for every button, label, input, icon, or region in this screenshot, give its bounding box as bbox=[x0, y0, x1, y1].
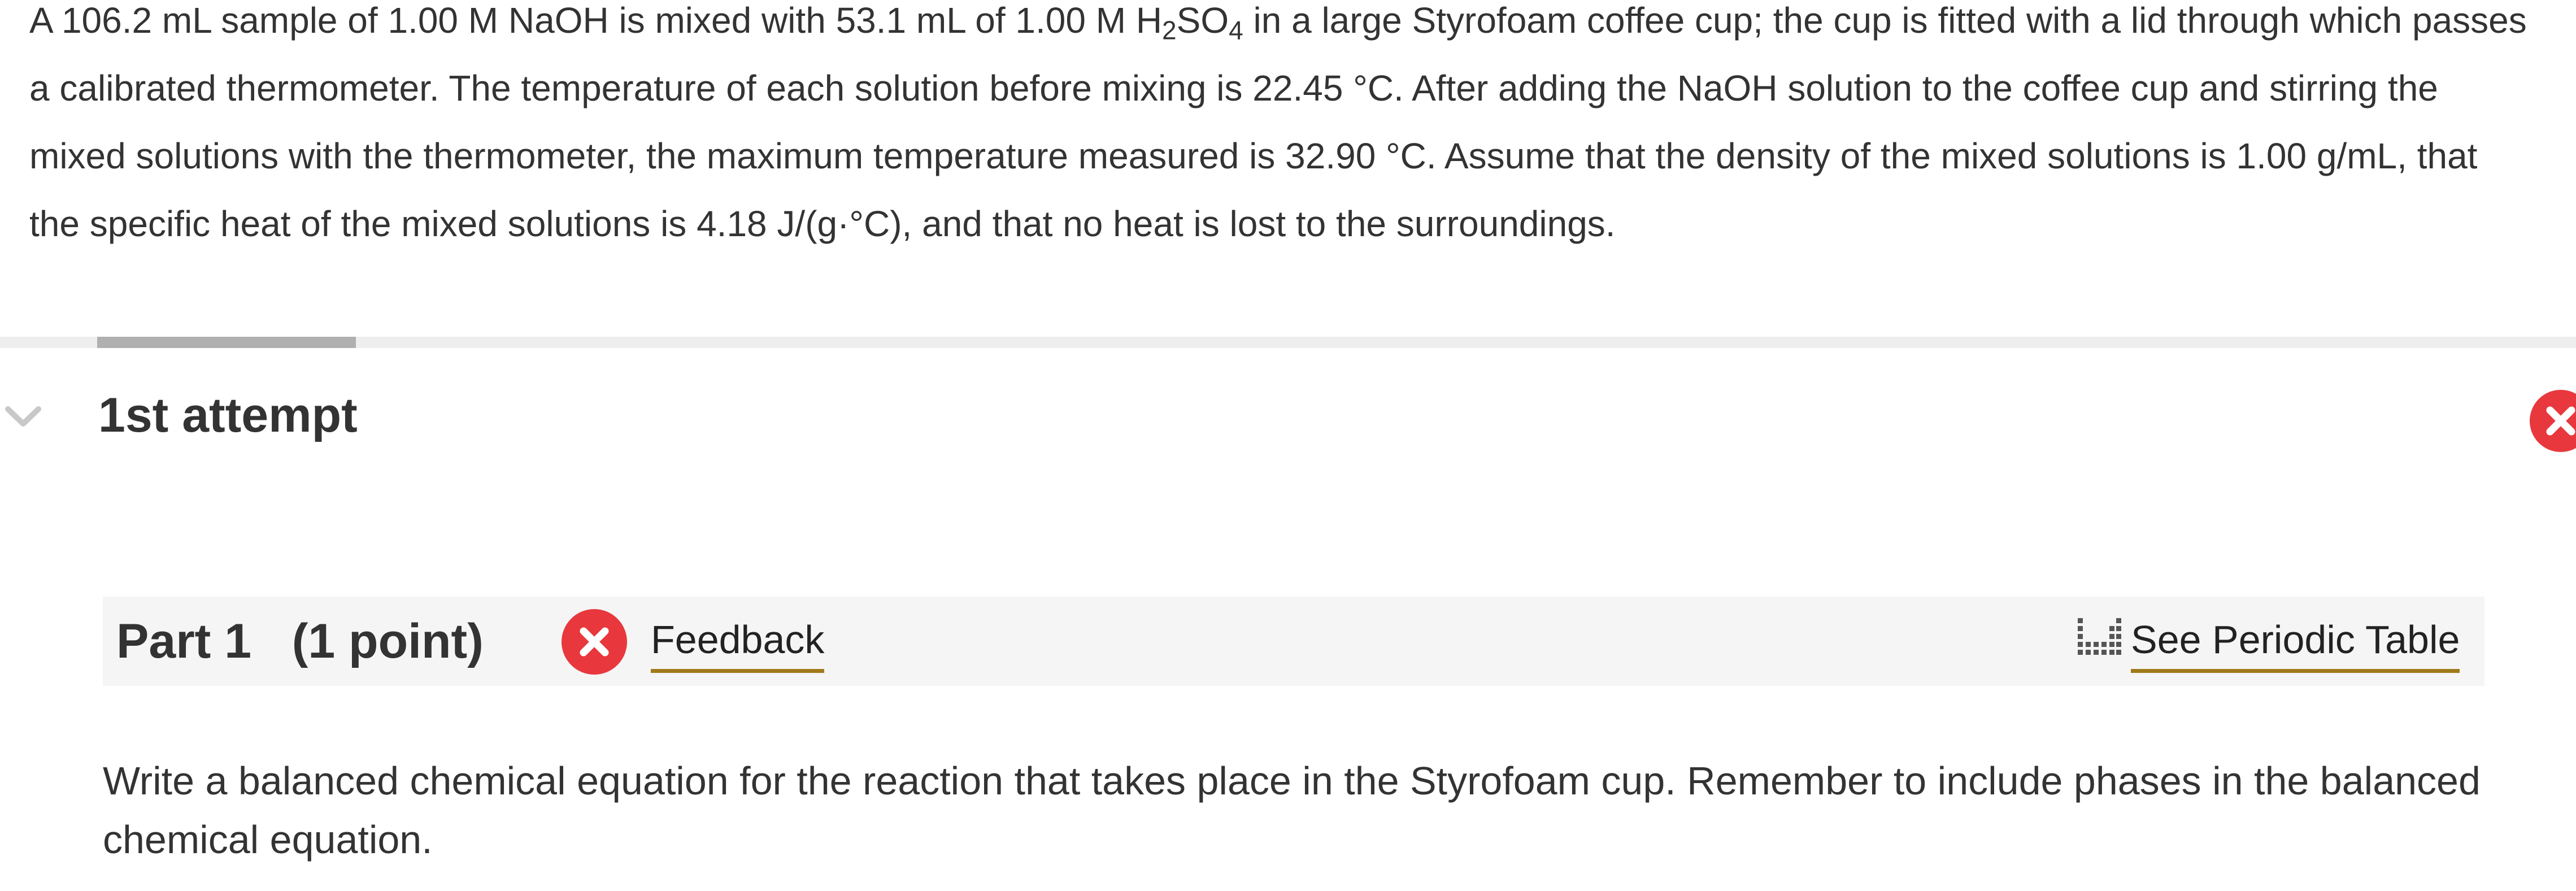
see-periodic-table-link[interactable]: See Periodic Table bbox=[2131, 611, 2460, 673]
page: A 106.2 mL sample of 1.00 M NaOH is mixe… bbox=[0, 0, 2576, 891]
periodic-table-icon[interactable] bbox=[2077, 615, 2122, 655]
problem-text-a: A 106.2 mL sample of 1.00 M NaOH is mixe… bbox=[29, 0, 1163, 41]
close-circle-icon bbox=[2530, 390, 2576, 452]
problem-subscript-4: 4 bbox=[1229, 15, 1243, 45]
feedback-link[interactable]: Feedback bbox=[651, 611, 825, 673]
part-title: Part 1 (1 point) bbox=[116, 614, 484, 668]
part-header: Part 1 (1 point) Feedback See Periodic T… bbox=[103, 597, 2484, 686]
close-circle-icon bbox=[562, 609, 627, 675]
question-text: Write a balanced chemical equation for t… bbox=[103, 759, 2481, 862]
problem-statement: A 106.2 mL sample of 1.00 M NaOH is mixe… bbox=[29, 0, 2538, 258]
attempt-title[interactable]: 1st attempt bbox=[98, 384, 358, 446]
problem-subscript-2: 2 bbox=[1162, 15, 1177, 45]
attempt-separator bbox=[0, 337, 2576, 348]
problem-text-b: SO bbox=[1176, 0, 1229, 41]
attempt-separator-indicator bbox=[97, 337, 356, 348]
chevron-down-icon[interactable] bbox=[3, 402, 43, 431]
